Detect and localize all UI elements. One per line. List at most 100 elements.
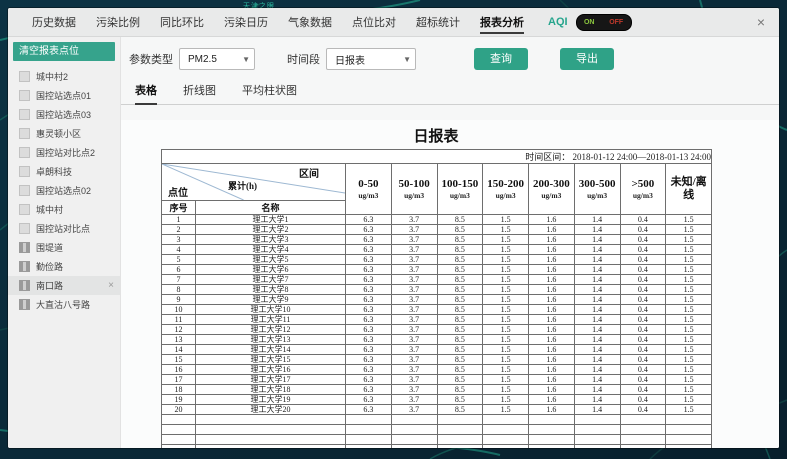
empty-cell <box>666 415 712 425</box>
empty-cell <box>483 445 529 449</box>
cell-value: 3.7 <box>391 365 437 375</box>
table-row: 12理工大学126.33.78.51.51.61.40.41.5 <box>162 325 712 335</box>
cell-value: 1.5 <box>483 255 529 265</box>
cell-value: 6.3 <box>346 235 392 245</box>
cell-value: 1.6 <box>529 255 575 265</box>
cell-value: 1.4 <box>574 355 620 365</box>
cell-index: 16 <box>162 365 196 375</box>
cell-index: 13 <box>162 335 196 345</box>
clear-report-points-button[interactable]: 清空报表点位 <box>13 42 115 61</box>
query-button[interactable]: 查询 <box>474 48 528 70</box>
sidebar-item-7[interactable]: 国控站选点02 <box>8 181 120 200</box>
cell-value: 1.5 <box>483 275 529 285</box>
cell-index: 1 <box>162 215 196 225</box>
tab-2[interactable]: 折线图 <box>183 82 216 104</box>
sidebar-item-10[interactable]: 围堤道 <box>8 238 120 257</box>
cell-name: 理工大学3 <box>196 235 346 245</box>
cell-value: 0.4 <box>620 365 666 375</box>
empty-cell <box>620 435 666 445</box>
cell-value: 1.5 <box>666 365 712 375</box>
sidebar-item-4[interactable]: 惠灵顿小区 <box>8 124 120 143</box>
sidebar-item-label: 围堤道 <box>36 241 63 254</box>
cell-value: 1.5 <box>666 305 712 315</box>
cell-value: 1.5 <box>666 295 712 305</box>
cell-value: 1.5 <box>483 315 529 325</box>
cell-value: 1.4 <box>574 395 620 405</box>
nav-item-7[interactable]: 超标统计 <box>406 8 470 36</box>
sidebar-item-3[interactable]: 国控站选点03 <box>8 105 120 124</box>
sidebar-item-5[interactable]: 国控站对比点2 <box>8 143 120 162</box>
sidebar-item-label: 国控站对比点 <box>36 222 90 235</box>
cell-value: 6.3 <box>346 375 392 385</box>
cell-value: 1.5 <box>666 325 712 335</box>
empty-cell <box>529 415 575 425</box>
tab-1[interactable]: 表格 <box>135 82 157 105</box>
nav-item-6[interactable]: 点位比对 <box>342 8 406 36</box>
checkbox-icon <box>19 223 30 234</box>
cell-value: 3.7 <box>391 225 437 235</box>
cell-value: 3.7 <box>391 215 437 225</box>
nav-item-1[interactable]: 历史数据 <box>22 8 86 36</box>
nav-item-2[interactable]: 污染比例 <box>86 8 150 36</box>
sidebar-item-6[interactable]: 卓朗科技 <box>8 162 120 181</box>
remove-item-icon[interactable]: × <box>108 280 116 291</box>
cell-value: 1.5 <box>666 405 712 415</box>
sidebar-item-9[interactable]: 国控站对比点 <box>8 219 120 238</box>
cell-value: 0.4 <box>620 345 666 355</box>
empty-cell <box>437 445 483 449</box>
empty-cell <box>666 425 712 435</box>
sidebar-item-label: 南口路 <box>36 279 63 292</box>
cell-name: 理工大学1 <box>196 215 346 225</box>
sidebar-item-12[interactable]: 南口路 × <box>8 276 120 295</box>
corner-range-label: 区间 <box>299 165 319 180</box>
cell-value: 0.4 <box>620 395 666 405</box>
sidebar-item-label: 惠灵顿小区 <box>36 127 81 140</box>
station-icon <box>19 280 30 291</box>
cell-index: 12 <box>162 325 196 335</box>
close-icon[interactable]: × <box>753 14 769 30</box>
empty-cell <box>483 415 529 425</box>
sidebar-item-8[interactable]: 城中村 <box>8 200 120 219</box>
sidebar-item-13[interactable]: 大直沽八号路 <box>8 295 120 314</box>
column-header-7: >500ug/m3 <box>620 164 666 215</box>
screen: 天津之眼 历史数据污染比例同比环比污染日历气象数据点位比对超标统计报表分析 AQ… <box>0 0 787 459</box>
export-button[interactable]: 导出 <box>560 48 614 70</box>
cell-name: 理工大学5 <box>196 255 346 265</box>
time-range-value: 2018-01-12 24:00—2018-01-13 24:00 <box>573 152 712 162</box>
cell-value: 1.5 <box>483 405 529 415</box>
table-row: 14理工大学146.33.78.51.51.61.40.41.5 <box>162 345 712 355</box>
cell-value: 1.5 <box>483 355 529 365</box>
checkbox-icon <box>19 128 30 139</box>
cell-index: 3 <box>162 235 196 245</box>
nav-item-3[interactable]: 同比环比 <box>150 8 214 36</box>
cell-index: 9 <box>162 295 196 305</box>
cell-value: 6.3 <box>346 365 392 375</box>
nav-item-8[interactable]: 报表分析 <box>470 8 534 36</box>
cell-value: 1.4 <box>574 235 620 245</box>
aqi-toggle[interactable]: ON OFF <box>576 14 632 31</box>
cell-value: 8.5 <box>437 315 483 325</box>
sidebar-item-11[interactable]: 勤俭路 <box>8 257 120 276</box>
sidebar-item-label: 城中村 <box>36 203 63 216</box>
cell-value: 3.7 <box>391 275 437 285</box>
cell-value: 1.4 <box>574 215 620 225</box>
cell-value: 1.4 <box>574 245 620 255</box>
nav-item-5[interactable]: 气象数据 <box>278 8 342 36</box>
tab-3[interactable]: 平均柱状图 <box>242 82 297 104</box>
subheader-2: 名称 <box>196 201 346 215</box>
cell-value: 3.7 <box>391 395 437 405</box>
empty-cell <box>162 415 196 425</box>
sidebar-item-label: 卓朗科技 <box>36 165 72 178</box>
param-type-select[interactable]: PM2.5 ▼ <box>179 48 255 70</box>
period-select[interactable]: 日报表 ▼ <box>326 48 416 70</box>
column-header-8: 未知/离线 <box>666 164 712 215</box>
cell-value: 0.4 <box>620 275 666 285</box>
sidebar-item-label: 国控站对比点2 <box>36 146 95 159</box>
sidebar-item-1[interactable]: 城中村2 <box>8 67 120 86</box>
cell-value: 1.5 <box>483 215 529 225</box>
cell-value: 1.4 <box>574 255 620 265</box>
nav-item-4[interactable]: 污染日历 <box>214 8 278 36</box>
cell-value: 8.5 <box>437 305 483 315</box>
table-row: 10理工大学106.33.78.51.51.61.40.41.5 <box>162 305 712 315</box>
sidebar-item-2[interactable]: 国控站选点01 <box>8 86 120 105</box>
